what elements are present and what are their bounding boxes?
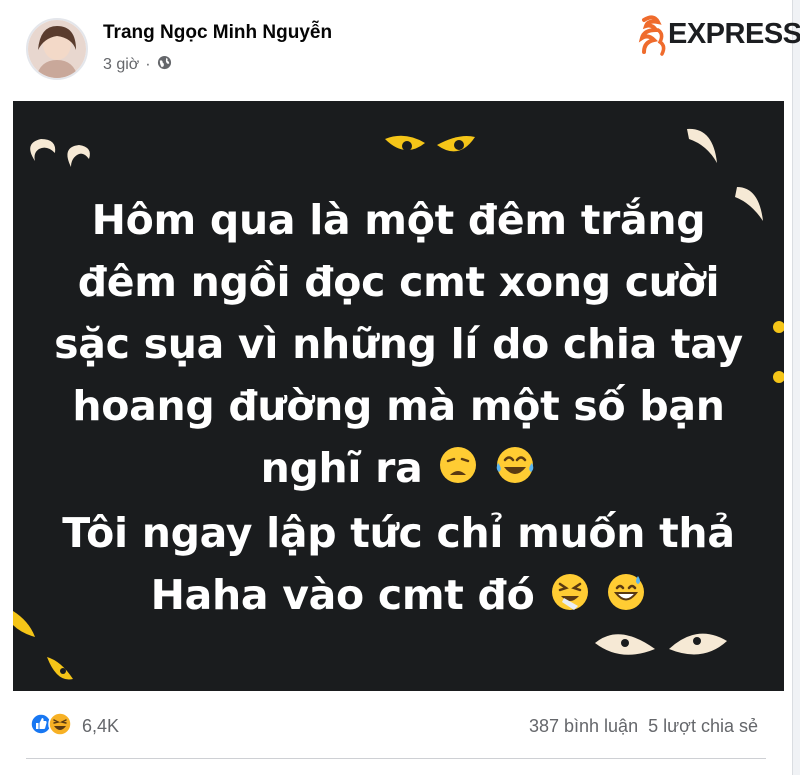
post-image[interactable]: Hôm qua là một đêm trắng đêm ngồi đọc cm… [13, 101, 784, 691]
weary-face-icon [438, 440, 478, 502]
reaction-count: 6,4K [82, 716, 120, 736]
post-line-with-emoji: Haha vào cmt đó [13, 564, 784, 629]
grinning-sweat-icon [606, 567, 646, 629]
haha-icon [48, 712, 72, 741]
post-line: Hôm qua là một đêm trắng [91, 196, 706, 244]
meta-dot: · [145, 56, 151, 73]
post-line: Tôi ngay lập tức chỉ muốn thả [62, 509, 735, 557]
shares-link[interactable]: 5 lượt chia sẻ [648, 716, 758, 737]
express-logo: EXPRESS [636, 12, 800, 60]
engagement-stats: 387 bình luận 5 lượt chia sẻ [529, 716, 758, 737]
post-card: Trang Ngọc Minh Nguyễn 3 giờ · EXPRESS H… [0, 0, 800, 775]
globe-icon [157, 55, 172, 75]
author-name[interactable]: Trang Ngọc Minh Nguyễn [103, 22, 332, 44]
avatar[interactable] [26, 18, 88, 80]
post-time[interactable]: 3 giờ [103, 56, 139, 74]
post-line-with-emoji: nghĩ ra [13, 437, 784, 502]
post-text: Hôm qua là một đêm trắng đêm ngồi đọc cm… [13, 189, 784, 629]
footer-divider [26, 758, 766, 759]
post-line: nghĩ ra [260, 444, 423, 492]
reaction-summary[interactable]: 6,4K [30, 712, 119, 741]
comments-link[interactable]: 387 bình luận [529, 716, 638, 737]
post-footer: 6,4K 387 bình luận 5 lượt chia sẻ [0, 700, 792, 760]
tears-of-joy-icon [494, 440, 536, 502]
post-line: Haha vào cmt đó [150, 571, 535, 619]
post-meta: 3 giờ · [103, 55, 172, 75]
post-header: Trang Ngọc Minh Nguyễn 3 giờ · EXPRESS [0, 0, 800, 100]
post-line: sặc sụa vì những lí do chia tay [54, 320, 743, 368]
post-line: hoang đường mà một số bạn [72, 382, 725, 430]
post-line: đêm ngồi đọc cmt xong cười [77, 258, 720, 306]
squinting-laugh-icon [550, 567, 590, 629]
logo-text: EXPRESS [668, 18, 800, 50]
